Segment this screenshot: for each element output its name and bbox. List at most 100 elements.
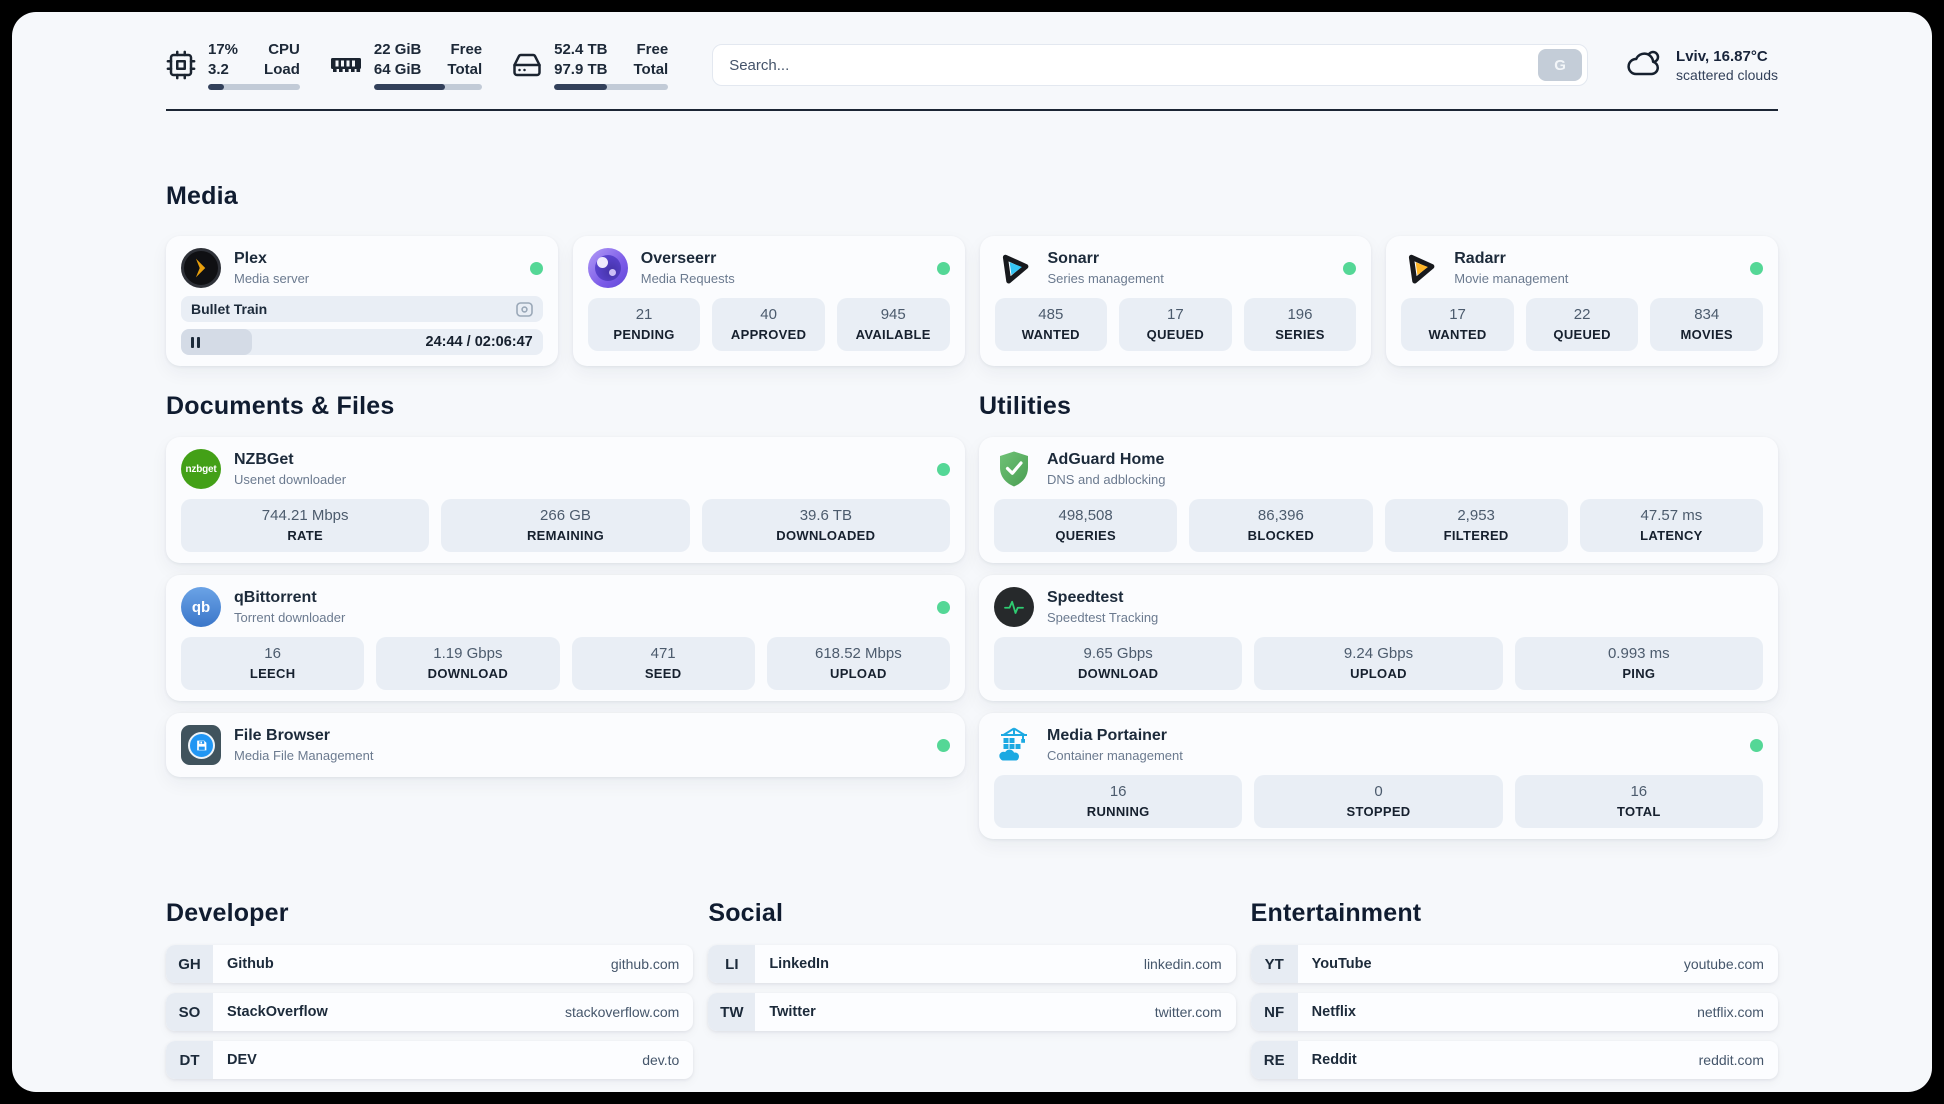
pause-button[interactable]	[191, 336, 200, 348]
status-online-dot	[1750, 738, 1763, 752]
status-online-dot	[937, 462, 950, 476]
playback-progress-bar: 24:44 / 02:06:47	[181, 329, 543, 355]
app-card-sonarr[interactable]: Sonarr Series management 485 WANTED 17 Q…	[979, 236, 1372, 366]
app-card-plex[interactable]: Plex Media server Bullet Train 24:44 / 0…	[166, 236, 558, 366]
bookmark-url: dev.to	[642, 1052, 680, 1068]
app-card-overseerr[interactable]: Overseerr Media Requests 21 PENDING 40 A…	[572, 236, 965, 366]
disk-total-label: Total	[633, 60, 669, 78]
bookmark-dev[interactable]: DT DEV dev.to	[166, 1041, 694, 1079]
section-title-entertainment: Entertainment	[1250, 899, 1422, 927]
bookmark-name: Twitter	[769, 1004, 816, 1020]
radarr-icon	[1401, 248, 1441, 288]
stat-box-stopped: 0 STOPPED	[1254, 775, 1503, 828]
cpu-stat-widget: 17% CPU 3.2 Load	[166, 40, 300, 90]
app-card-adguard[interactable]: AdGuard Home DNS and adblocking 498,508 …	[979, 437, 1778, 563]
section-title-media: Media	[166, 182, 238, 210]
app-description: Series management	[1047, 271, 1164, 286]
disk-icon	[512, 50, 542, 80]
stat-box-latency: 47.57 ms LATENCY	[1579, 499, 1763, 552]
app-card-nzbget[interactable]: nzbget NZBGet Usenet downloader 744.21 M…	[166, 437, 965, 563]
qbittorrent-icon: qb	[181, 587, 221, 627]
app-name: Sonarr	[1047, 250, 1100, 267]
disk-free-label: Free	[636, 41, 669, 58]
bookmark-github[interactable]: GH Github github.com	[166, 945, 694, 983]
stat-box-remaining: 266 GB REMAINING	[441, 499, 690, 552]
bookmark-name: StackOverflow	[227, 1004, 328, 1020]
app-name: AdGuard Home	[1047, 451, 1165, 468]
bookmark-url: netflix.com	[1697, 1004, 1764, 1020]
memory-total-label: Total	[447, 60, 483, 78]
app-card-radarr[interactable]: Radarr Movie management 17 WANTED 22 QUE…	[1386, 236, 1778, 366]
app-name: NZBGet	[234, 451, 294, 468]
screen-frame: 17% CPU 3.2 Load 22 GiB Free 64 GiB Tota…	[0, 0, 1944, 1104]
app-name: Overseerr	[640, 250, 717, 267]
bookmark-name: YouTube	[1311, 956, 1372, 972]
disk-progress-bar	[554, 84, 669, 90]
stat-box-running: 16 RUNNING	[994, 775, 1243, 828]
bookmark-url: stackoverflow.com	[564, 1004, 680, 1020]
cpu-progress-bar	[208, 84, 300, 90]
bookmarks-grid: Developer GH Github github.com SO StackO…	[166, 899, 1778, 1089]
scattered-clouds-icon	[1626, 48, 1664, 83]
stat-box-downloaded: 39.6 TB DOWNLOADED	[701, 499, 950, 552]
now-playing-title: Bullet Train	[191, 301, 268, 317]
bookmark-url: youtube.com	[1683, 956, 1764, 972]
stat-box-wanted: 485 WANTED	[994, 298, 1108, 351]
app-description: Media Requests	[640, 271, 735, 286]
app-description: Movie management	[1454, 271, 1569, 286]
bookmark-reddit[interactable]: RE Reddit reddit.com	[1250, 1041, 1778, 1079]
bookmark-url: twitter.com	[1154, 1004, 1222, 1020]
bookmark-youtube[interactable]: YT YouTube youtube.com	[1250, 945, 1778, 983]
search-engine-button[interactable]: G	[1538, 49, 1583, 81]
bookmark-name: Github	[227, 956, 274, 972]
stat-box-blocked: 86,396 BLOCKED	[1189, 499, 1373, 552]
bookmark-name: Netflix	[1311, 1004, 1356, 1020]
status-online-dot	[529, 261, 543, 275]
bookmark-linkedin[interactable]: LI LinkedIn linkedin.com	[708, 945, 1236, 983]
bookmark-twitter[interactable]: TW Twitter twitter.com	[708, 993, 1236, 1031]
bookmark-abbr: GH	[166, 945, 213, 983]
bookmark-name: DEV	[227, 1052, 257, 1068]
bookmark-abbr: NF	[1250, 993, 1298, 1031]
cpu-load-value: 3.2	[208, 60, 229, 78]
app-description: Media server	[234, 271, 310, 286]
app-card-speedtest[interactable]: Speedtest Speedtest Tracking 9.65 Gbps D…	[979, 575, 1778, 701]
search-input[interactable]	[729, 56, 1539, 74]
cpu-usage-label: CPU	[268, 41, 300, 58]
app-description: Container management	[1047, 748, 1183, 763]
overseerr-icon	[587, 248, 628, 288]
weather-location-temp: Lviv, 16.87°C	[1676, 47, 1768, 65]
bookmark-stackoverflow[interactable]: SO StackOverflow stackoverflow.com	[166, 993, 694, 1031]
stat-box-queued: 22 QUEUED	[1525, 298, 1639, 351]
app-description: Media File Management	[234, 748, 374, 763]
status-online-dot	[1750, 261, 1763, 275]
app-name: Media Portainer	[1047, 727, 1168, 744]
filebrowser-icon	[181, 725, 221, 765]
app-name: qBittorrent	[234, 589, 317, 606]
status-online-dot	[937, 600, 950, 614]
app-card-filebrowser[interactable]: File Browser Media File Management	[166, 713, 965, 777]
stat-box-series: 196 SERIES	[1243, 298, 1357, 351]
section-title-developer: Developer	[166, 899, 289, 927]
app-card-qbittorrent[interactable]: qb qBittorrent Torrent downloader 16 LEE…	[166, 575, 965, 701]
app-card-portainer[interactable]: Media Portainer Container management 16 …	[979, 713, 1778, 839]
bookmark-column-social: Social LI LinkedIn linkedin.com TW Twitt…	[708, 899, 1236, 1041]
stat-box-wanted: 17 WANTED	[1401, 298, 1514, 351]
app-description: Speedtest Tracking	[1047, 610, 1159, 625]
section-title-documents: Documents & Files	[166, 392, 395, 420]
ram-icon	[330, 53, 362, 77]
status-online-dot	[937, 738, 950, 752]
stat-box-approved: 40 APPROVED	[712, 298, 825, 351]
app-name: File Browser	[234, 727, 331, 744]
speedtest-icon	[994, 587, 1034, 627]
memory-total-value: 64 GiB	[373, 60, 422, 78]
bookmark-column-developer: Developer GH Github github.com SO StackO…	[166, 899, 694, 1089]
bookmark-netflix[interactable]: NF Netflix netflix.com	[1250, 993, 1778, 1031]
bookmark-name: LinkedIn	[769, 956, 829, 972]
utilities-column: Utilities AdGuard Home DNS and adblockin…	[979, 392, 1778, 851]
app-name: Speedtest	[1047, 589, 1124, 606]
section-title-social: Social	[708, 899, 784, 927]
disk-stat-widget: 52.4 TB Free 97.9 TB Total	[512, 40, 669, 90]
bookmark-url: github.com	[610, 956, 680, 972]
sonarr-icon	[995, 248, 1035, 288]
